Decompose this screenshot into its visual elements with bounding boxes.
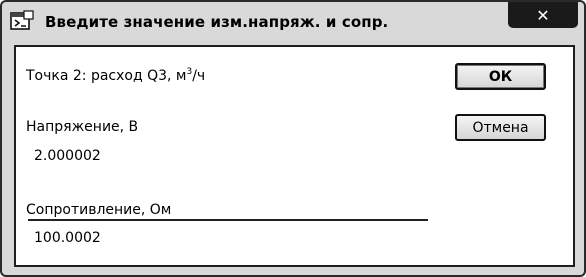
prompt-text: Точка 2: расход Q3, м [26, 68, 187, 84]
resistance-input[interactable]: 100.0002 [34, 230, 101, 246]
close-icon: ✕ [536, 5, 550, 25]
dialog-body: Точка 2: расход Q3, м3/ч Напряжение, В 2… [14, 45, 575, 267]
voltage-input[interactable]: 2.000002 [34, 148, 101, 164]
prompt-label: Точка 2: расход Q3, м3/ч [26, 67, 205, 84]
dialog-window: Введите значение изм.напряж. и сопр. ✕ Т… [0, 0, 586, 277]
title-bar[interactable]: Введите значение изм.напряж. и сопр. ✕ [2, 2, 584, 42]
resistance-field-border [28, 219, 428, 221]
voltage-label: Напряжение, В [26, 119, 139, 135]
cancel-button[interactable]: Отмена [455, 114, 546, 141]
close-button[interactable]: ✕ [508, 2, 578, 28]
window-title: Введите значение изм.напряж. и сопр. [45, 13, 389, 31]
prompt-unit-suffix: /ч [192, 68, 206, 84]
app-icon [10, 10, 34, 32]
resistance-label: Сопротивление, Ом [26, 202, 172, 218]
ok-button[interactable]: ОК [455, 63, 546, 90]
